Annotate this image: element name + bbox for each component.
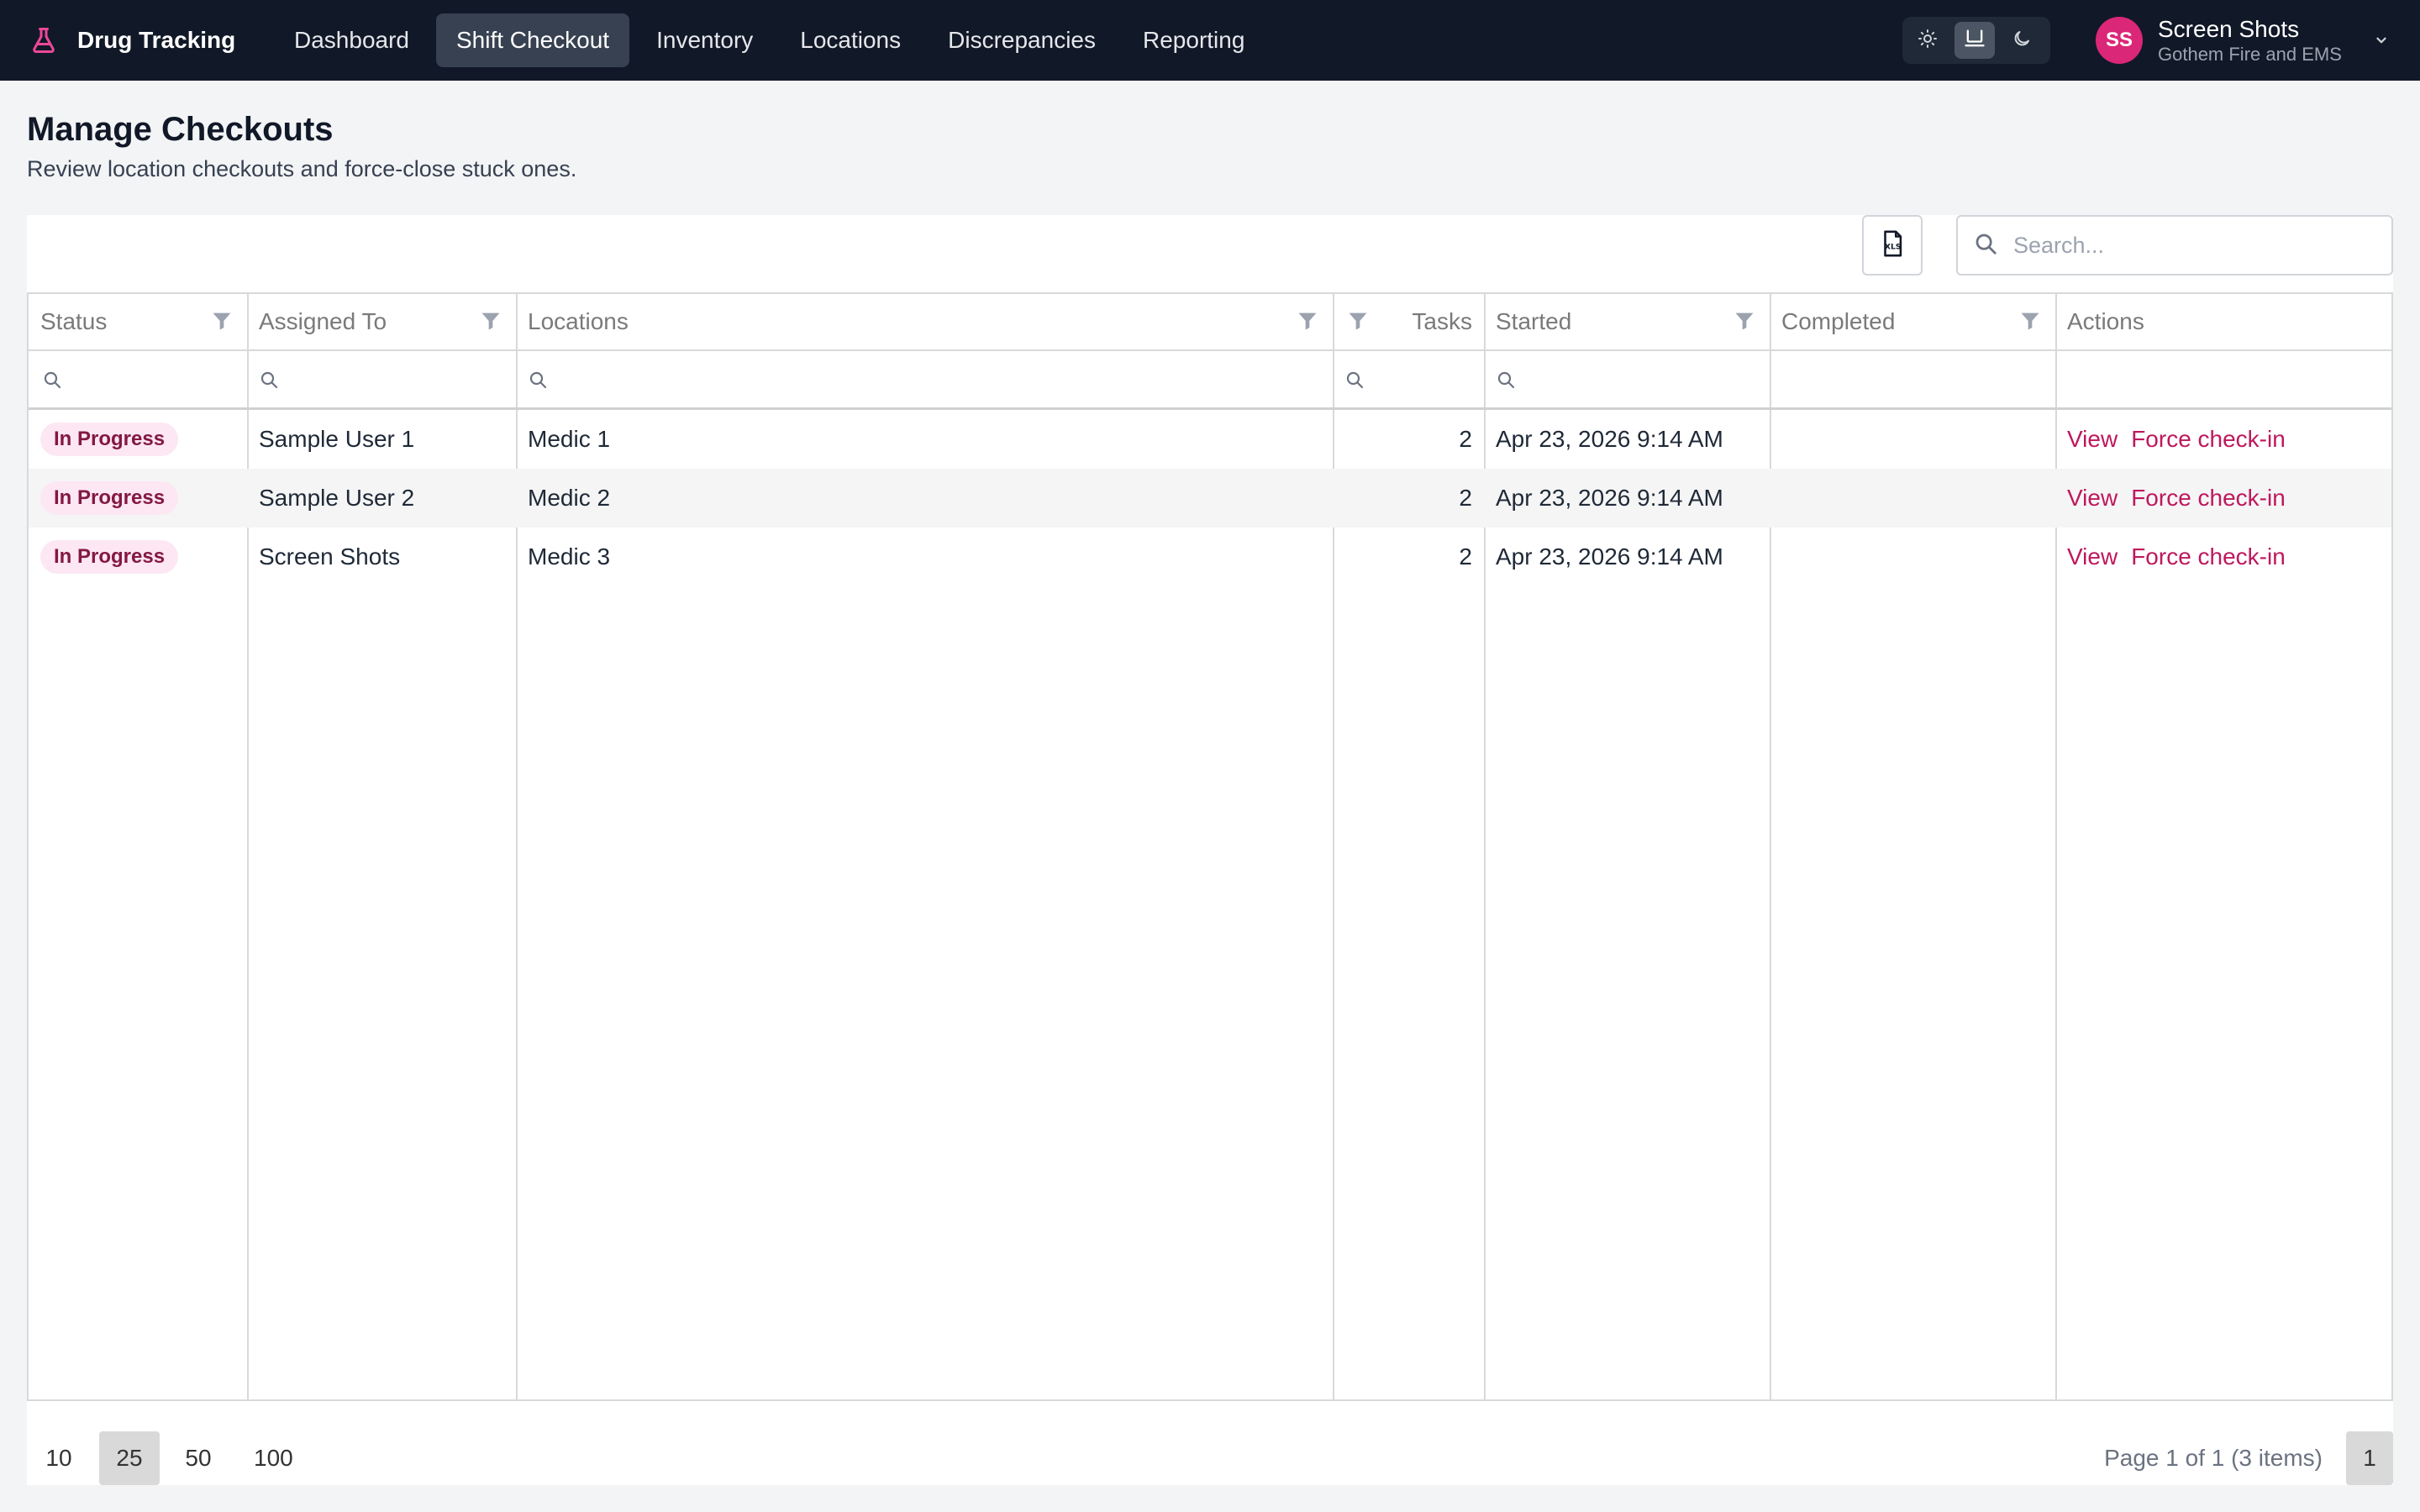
table-row[interactable]: In Progress Sample User 2 Medic 2 2 Apr … — [29, 469, 2391, 528]
filter-icon[interactable] — [1344, 307, 1371, 334]
column-header-actions: Actions — [2067, 308, 2144, 334]
view-link[interactable]: View — [2067, 485, 2118, 512]
nav-item-discrepancies[interactable]: Discrepancies — [928, 13, 1116, 67]
search-icon[interactable] — [1496, 370, 1518, 391]
brand-title: Drug Tracking — [77, 27, 236, 53]
locations-cell: Medic 3 — [528, 543, 611, 570]
flask-icon — [27, 24, 60, 57]
search-icon[interactable] — [1344, 370, 1366, 391]
header-row: Status Assigned To Locations Tasks Start… — [29, 294, 2391, 351]
started-cell: Apr 23, 2026 9:14 AM — [1496, 485, 1723, 511]
assigned-cell: Sample User 1 — [259, 426, 415, 452]
column-header-tasks[interactable]: Tasks — [1373, 294, 1472, 349]
moon-icon — [2012, 29, 2032, 53]
search-icon[interactable] — [42, 370, 64, 391]
filter-icon[interactable] — [1731, 307, 1758, 334]
filter-icon[interactable] — [1294, 307, 1321, 334]
tasks-cell: 2 — [1459, 543, 1472, 570]
main-nav: Dashboard Shift Checkout Inventory Locat… — [274, 13, 1265, 67]
search-icon[interactable] — [528, 370, 550, 391]
page-info: Page 1 of 1 (3 items) — [2104, 1445, 2323, 1471]
column-header-completed[interactable]: Completed — [1781, 294, 2017, 349]
started-cell: Apr 23, 2026 9:14 AM — [1496, 543, 1723, 570]
user-name: Screen Shots — [2158, 16, 2300, 43]
filter-icon[interactable] — [208, 307, 235, 334]
locations-cell: Medic 1 — [528, 426, 611, 452]
table-row[interactable]: In Progress Sample User 1 Medic 1 2 Apr … — [29, 410, 2391, 469]
export-xlsx-button[interactable]: XLS — [1862, 215, 1923, 276]
page-size-100[interactable]: 100 — [244, 1431, 303, 1485]
actions-cell: View Force check-in — [2067, 469, 2286, 528]
column-header-started[interactable]: Started — [1496, 294, 1731, 349]
table-row[interactable]: In Progress Screen Shots Medic 3 2 Apr 2… — [29, 528, 2391, 586]
column-header-assigned-to[interactable]: Assigned To — [259, 294, 511, 349]
sun-icon — [1918, 29, 1938, 53]
locations-cell: Medic 2 — [528, 485, 611, 511]
grid-toolbar: XLS — [27, 215, 2393, 292]
user-menu[interactable]: SS Screen Shots Gothem Fire and EMS — [2096, 16, 2391, 65]
nav-item-shift-checkout[interactable]: Shift Checkout — [435, 13, 630, 67]
status-cell: In Progress — [40, 469, 179, 528]
view-link[interactable]: View — [2067, 426, 2118, 453]
status-badge: In Progress — [40, 423, 179, 456]
status-cell: In Progress — [40, 528, 179, 586]
started-cell: Apr 23, 2026 9:14 AM — [1496, 426, 1723, 452]
status-badge: In Progress — [40, 481, 179, 515]
search-icon[interactable] — [259, 370, 281, 391]
nav-item-locations[interactable]: Locations — [780, 13, 921, 67]
tasks-cell: 2 — [1459, 426, 1472, 452]
assigned-cell: Sample User 2 — [259, 485, 415, 511]
theme-dark-button[interactable] — [2002, 22, 2042, 59]
force-check-in-link[interactable]: Force check-in — [2131, 543, 2286, 570]
page-size-50[interactable]: 50 — [175, 1431, 222, 1485]
column-header-locations[interactable]: Locations — [528, 294, 1284, 349]
nav-item-inventory[interactable]: Inventory — [636, 13, 773, 67]
pager: 10 25 50 100 Page 1 of 1 (3 items) 1 — [27, 1408, 2393, 1485]
actions-cell: View Force check-in — [2067, 410, 2286, 469]
checkouts-grid: XLS Status Assigned To — [27, 215, 2393, 1485]
force-check-in-link[interactable]: Force check-in — [2131, 426, 2286, 453]
search-input[interactable] — [2013, 232, 2366, 259]
avatar: SS — [2096, 17, 2143, 64]
monitor-icon — [1963, 27, 1986, 55]
theme-light-button[interactable] — [1907, 22, 1948, 59]
tasks-cell: 2 — [1459, 485, 1472, 511]
grid-search — [1956, 215, 2393, 276]
page-size-25[interactable]: 25 — [99, 1431, 160, 1485]
xlsx-export-icon: XLS — [1878, 229, 1907, 262]
user-org: Gothem Fire and EMS — [2158, 43, 2342, 65]
chevron-down-icon — [2374, 32, 2391, 49]
page-size-10[interactable]: 10 — [35, 1431, 82, 1485]
nav-item-dashboard[interactable]: Dashboard — [274, 13, 429, 67]
filter-icon[interactable] — [477, 307, 504, 334]
page-subtitle: Review location checkouts and force-clos… — [27, 156, 577, 181]
filter-row — [29, 351, 2391, 410]
filter-icon[interactable] — [2017, 307, 2044, 334]
status-badge: In Progress — [40, 540, 179, 574]
svg-text:XLS: XLS — [1885, 242, 1902, 251]
status-cell: In Progress — [40, 410, 179, 469]
assigned-cell: Screen Shots — [259, 543, 401, 570]
search-icon — [1973, 231, 1998, 260]
nav-item-reporting[interactable]: Reporting — [1123, 13, 1265, 67]
view-link[interactable]: View — [2067, 543, 2118, 570]
actions-cell: View Force check-in — [2067, 528, 2286, 586]
data-grid: Status Assigned To Locations Tasks Start… — [27, 292, 2393, 1401]
page-number-button[interactable]: 1 — [2346, 1431, 2393, 1485]
force-check-in-link[interactable]: Force check-in — [2131, 485, 2286, 512]
theme-switch — [1902, 17, 2050, 64]
top-navbar: Drug Tracking Dashboard Shift Checkout I… — [0, 0, 2420, 81]
theme-system-button[interactable] — [1954, 22, 1995, 59]
page-title: Manage Checkouts — [27, 111, 334, 148]
brand[interactable]: Drug Tracking — [27, 0, 235, 81]
